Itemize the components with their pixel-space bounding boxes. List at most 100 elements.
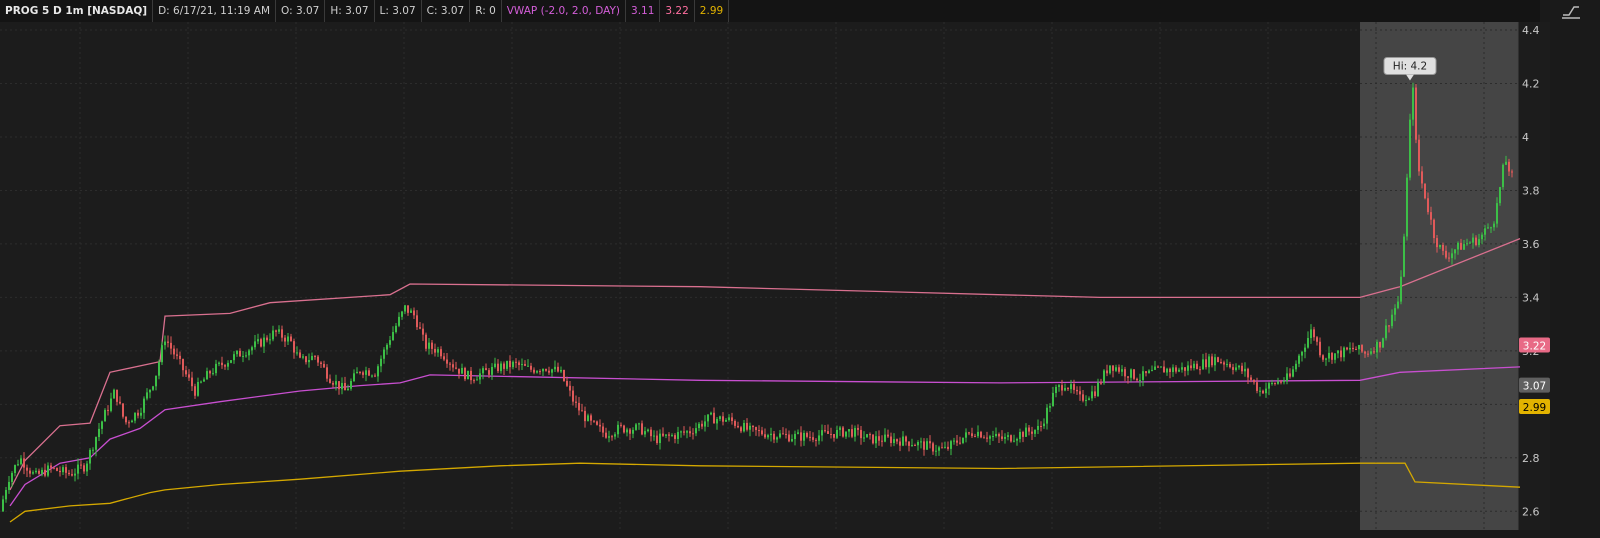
candle-down: [869, 434, 871, 436]
candle-down: [998, 433, 1000, 437]
candle-up: [1307, 338, 1309, 348]
candle-down: [806, 432, 808, 437]
range-readout: R: 0: [470, 0, 502, 22]
candle-down: [1040, 425, 1042, 427]
candle-down: [524, 364, 526, 366]
candle-up: [716, 418, 718, 424]
candle-down: [320, 362, 322, 365]
vwap-study-label[interactable]: VWAP (-2.0, 2.0, DAY): [502, 0, 627, 22]
candle-up: [1148, 370, 1150, 374]
candle-down: [833, 434, 835, 438]
candle-up: [1004, 436, 1006, 439]
candle-down: [572, 390, 574, 402]
candle-up: [1043, 423, 1045, 427]
candle-up: [1172, 367, 1174, 373]
candle-up: [665, 434, 667, 436]
candle-down: [503, 363, 505, 369]
open-readout: O: 3.07: [276, 0, 326, 22]
candle-up: [2, 499, 4, 512]
candle-down: [1100, 382, 1102, 384]
candle-up: [794, 433, 796, 440]
candle-up: [686, 431, 688, 433]
candle-down: [1331, 352, 1333, 360]
candle-down: [668, 434, 670, 436]
candle-up: [1007, 435, 1009, 437]
candle-up: [626, 429, 628, 433]
candle-up: [392, 332, 394, 341]
candle-up: [719, 416, 721, 419]
candle-up: [1412, 87, 1414, 120]
candle-down: [851, 429, 853, 437]
candle-up: [242, 355, 244, 357]
candle-up: [635, 424, 637, 430]
candle-down: [1067, 387, 1069, 390]
candle-down: [59, 470, 61, 473]
candle-down: [761, 430, 763, 435]
candle-down: [185, 370, 187, 375]
y-tick-label: 3.6: [1522, 238, 1540, 251]
candle-up: [848, 429, 850, 432]
candle-up: [617, 424, 619, 435]
price-chart[interactable]: 2.62.833.23.43.63.844.24.4Hi: 4.23.223.0…: [0, 22, 1550, 530]
candle-down: [44, 469, 46, 476]
candle-up: [1328, 352, 1330, 359]
candle-down: [878, 436, 880, 441]
candle-up: [395, 325, 397, 333]
candle-up: [380, 358, 382, 367]
candle-up: [1244, 368, 1246, 372]
candle-up: [1121, 369, 1123, 372]
chart-header: PROG 5 D 1m [NASDAQ] D: 6/17/21, 11:19 A…: [0, 0, 1540, 22]
chart-settings-icon[interactable]: [1560, 3, 1582, 21]
candle-down: [173, 348, 175, 355]
candle-up: [1466, 243, 1468, 245]
candle-down: [1001, 436, 1003, 439]
candle-down: [29, 470, 31, 474]
candle-down: [1184, 367, 1186, 371]
candle-down: [509, 360, 511, 368]
candle-down: [764, 434, 766, 438]
candle-down: [1373, 351, 1375, 353]
candle-down: [440, 349, 442, 357]
candle-down: [1355, 349, 1357, 351]
candle-down: [1211, 356, 1213, 366]
candle-up: [1238, 365, 1240, 368]
candle-up: [638, 423, 640, 425]
candle-up: [1337, 350, 1339, 354]
candle-down: [596, 421, 598, 425]
candle-down: [590, 415, 592, 421]
candle-down: [209, 371, 211, 374]
price-badge-label: 2.99: [1523, 402, 1546, 414]
candle-up: [1208, 356, 1210, 368]
y-tick-label: 2.8: [1522, 452, 1540, 465]
candle-up: [1271, 383, 1273, 385]
candle-up: [200, 381, 202, 383]
candle-up: [1037, 425, 1039, 430]
candle-up: [1055, 386, 1057, 394]
candle-down: [488, 370, 490, 375]
candle-down: [179, 355, 181, 359]
candle-up: [950, 441, 952, 449]
candle-down: [449, 363, 451, 365]
candle-up: [1268, 383, 1270, 389]
candle-up: [1016, 439, 1018, 441]
candle-up: [269, 339, 271, 341]
candle-down: [80, 464, 82, 466]
candle-down: [1223, 362, 1225, 365]
candle-down: [446, 359, 448, 364]
candle-down: [1124, 369, 1126, 377]
candle-down: [713, 412, 715, 424]
plot-background: [0, 22, 1518, 530]
symbol-label[interactable]: PROG 5 D 1m [NASDAQ]: [0, 0, 154, 22]
candle-up: [1499, 187, 1501, 204]
candle-down: [656, 435, 658, 444]
candle-down: [305, 356, 307, 363]
candle-down: [899, 441, 901, 446]
candle-down: [773, 433, 775, 440]
candle-up: [1397, 301, 1399, 309]
candle-down: [800, 432, 802, 441]
candle-down: [1205, 359, 1207, 368]
candle-up: [1019, 432, 1021, 440]
candle-down: [116, 389, 118, 402]
candle-up: [386, 344, 388, 350]
candle-up: [5, 489, 7, 500]
